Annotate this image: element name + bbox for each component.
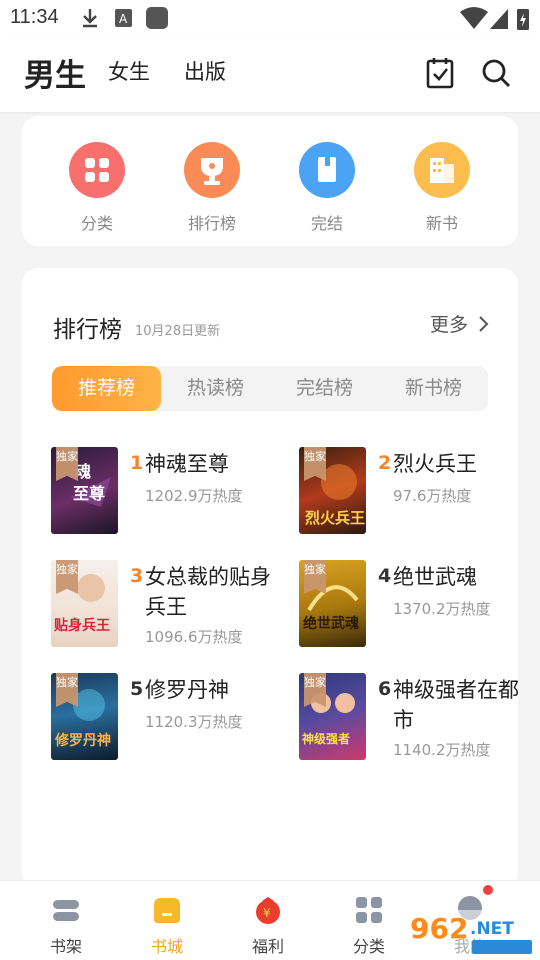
quick-entry-card: 分类 排行榜 完结 新书 xyxy=(22,116,518,246)
book-cover[interactable]: 烈火兵王 独家 xyxy=(299,447,366,534)
tab-hot-reading[interactable]: 热读榜 xyxy=(161,366,270,411)
site-watermark-logo: 962 .NET xyxy=(404,910,536,956)
svg-text:绝世武魂: 绝世武魂 xyxy=(303,615,359,632)
grid-icon xyxy=(354,895,384,925)
tab-new-books[interactable]: 新书榜 xyxy=(379,366,488,411)
quick-entry-label: 分类 xyxy=(80,214,113,233)
book-title: 女总裁的贴身兵王 xyxy=(145,565,271,619)
tab-publish[interactable]: 出版 xyxy=(184,56,226,86)
nav-label: 分类 xyxy=(352,937,385,956)
status-bar: 11:34 A xyxy=(0,0,540,36)
svg-text:至尊: 至尊 xyxy=(73,484,105,503)
nav-bookshelf[interactable]: 书架 xyxy=(34,895,98,957)
svg-text:.NET: .NET xyxy=(470,919,514,939)
book-title: 绝世武魂 xyxy=(393,565,477,589)
app-notification-icon xyxy=(146,7,168,29)
tab-female[interactable]: 女生 xyxy=(108,56,150,86)
book-heat: 1202.9万热度 xyxy=(145,487,243,505)
book-title: 修罗丹神 xyxy=(145,678,229,702)
rank-number: 2 xyxy=(378,452,392,474)
book-heat: 1370.2万热度 xyxy=(393,600,491,618)
nav-category[interactable]: 分类 xyxy=(337,895,401,957)
nav-label: 书架 xyxy=(49,937,82,956)
book-heat: 97.6万热度 xyxy=(393,487,472,505)
svg-text:烈火兵王: 烈火兵王 xyxy=(305,509,365,527)
exclusive-badge: 独家 xyxy=(56,447,78,481)
wifi-icon xyxy=(460,7,488,29)
book-cover[interactable]: 魂至尊 独家 xyxy=(51,447,118,534)
svg-text:962: 962 xyxy=(410,912,468,945)
book-item[interactable]: 贴身兵王 独家 3 女总裁的贴身兵王 1096.6万热度 xyxy=(51,560,281,660)
quick-entry-label: 完结 xyxy=(310,214,343,233)
download-icon xyxy=(83,9,97,28)
trophy-icon xyxy=(184,142,240,198)
book-cover[interactable]: 修罗丹神 独家 xyxy=(51,673,118,760)
tab-completed[interactable]: 完结榜 xyxy=(270,366,379,411)
building-icon xyxy=(414,142,470,198)
quick-entry-label: 新书 xyxy=(425,214,458,233)
battery-icon xyxy=(517,9,529,30)
top-navigation: 男生 女生 出版 xyxy=(0,36,540,112)
ranking-update-date: 10月28日更新 xyxy=(135,324,221,339)
rank-number: 1 xyxy=(130,452,144,474)
checkin-calendar-icon[interactable] xyxy=(425,56,455,90)
svg-text:¥: ¥ xyxy=(263,906,271,920)
book-item[interactable]: 修罗丹神 独家 5 修罗丹神 1120.3万热度 xyxy=(51,673,281,773)
tab-recommended[interactable]: 推荐榜 xyxy=(52,366,161,411)
book-item[interactable]: 绝世武魂 独家 4 绝世武魂 1370.2万热度 xyxy=(299,560,529,660)
book-cover[interactable]: 绝世武魂 独家 xyxy=(299,560,366,647)
signal-icon xyxy=(490,9,508,29)
rank-number: 5 xyxy=(130,678,144,700)
rank-number: 4 xyxy=(378,565,392,587)
notification-dot xyxy=(483,885,493,895)
nav-label: 福利 xyxy=(251,937,284,956)
status-time: 11:34 xyxy=(10,6,59,28)
ranking-tabs: 推荐榜 热读榜 完结榜 新书榜 xyxy=(52,366,488,411)
ranking-title: 排行榜 xyxy=(53,317,122,343)
chevron-right-icon[interactable] xyxy=(476,315,490,333)
rank-number: 6 xyxy=(378,678,392,700)
grid-icon xyxy=(69,142,125,198)
book-heat: 1096.6万热度 xyxy=(145,628,243,646)
svg-text:A: A xyxy=(119,12,128,26)
svg-text:修罗丹神: 修罗丹神 xyxy=(54,732,111,749)
book-heat: 1140.2万热度 xyxy=(393,741,491,759)
book-item[interactable]: 烈火兵王 独家 2 烈火兵王 97.6万热度 xyxy=(299,447,529,547)
ranking-more-link[interactable]: 更多 xyxy=(430,310,468,337)
quick-entry-category[interactable]: 分类 xyxy=(57,142,137,234)
font-app-icon: A xyxy=(115,9,132,27)
book-item[interactable]: 神级强者 独家 6 神级强者在都市 1140.2万热度 xyxy=(299,673,529,773)
book-title: 烈火兵王 xyxy=(393,452,477,476)
svg-text:贴身兵王: 贴身兵王 xyxy=(54,617,110,634)
book-heat: 1120.3万热度 xyxy=(145,713,243,731)
nav-label: 书城 xyxy=(150,937,183,956)
bookstore-icon xyxy=(152,895,182,925)
book-cover[interactable]: 神级强者 独家 xyxy=(299,673,366,760)
quick-entry-label: 排行榜 xyxy=(187,214,236,233)
quick-entry-ranking[interactable]: 排行榜 xyxy=(172,142,252,234)
bookshelf-icon xyxy=(51,895,81,925)
exclusive-badge: 独家 xyxy=(304,447,326,481)
book-cover[interactable]: 贴身兵王 独家 xyxy=(51,560,118,647)
book-title: 神级强者在都市 xyxy=(393,678,519,732)
rank-number: 3 xyxy=(130,565,144,587)
tab-male[interactable]: 男生 xyxy=(24,50,86,97)
book-icon xyxy=(299,142,355,198)
nav-bookstore[interactable]: 书城 xyxy=(135,895,199,957)
svg-text:神级强者: 神级强者 xyxy=(302,731,350,746)
search-icon[interactable] xyxy=(481,56,511,90)
ranking-card: 排行榜 10月28日更新 更多 推荐榜 热读榜 完结榜 新书榜 魂至尊 独家 1… xyxy=(22,268,519,888)
quick-entry-new[interactable]: 新书 xyxy=(402,142,482,234)
quick-entry-finished[interactable]: 完结 xyxy=(287,142,367,234)
nav-welfare[interactable]: ¥ 福利 xyxy=(236,895,300,957)
gift-icon: ¥ xyxy=(253,895,283,925)
book-item[interactable]: 魂至尊 独家 1 神魂至尊 1202.9万热度 xyxy=(51,447,281,547)
book-title: 神魂至尊 xyxy=(145,452,229,476)
